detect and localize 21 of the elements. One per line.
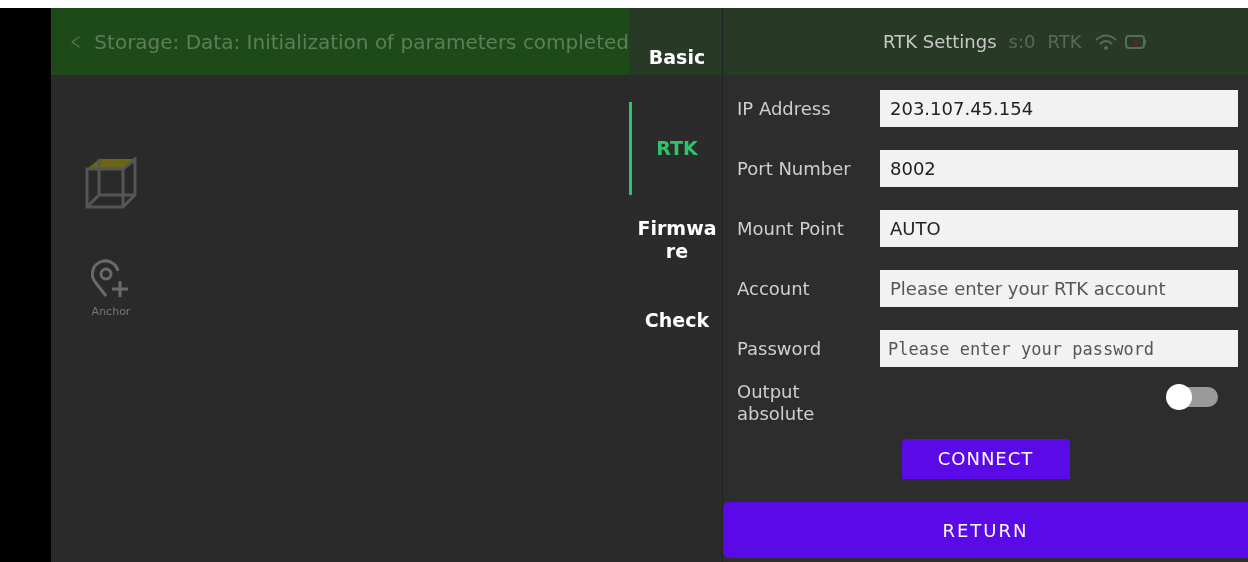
tool-label: Anchor bbox=[91, 305, 131, 318]
field-label: Port Number bbox=[737, 158, 852, 179]
text-field[interactable]: 203.107.45.154 bbox=[880, 90, 1238, 127]
return-button[interactable]: RETURN bbox=[723, 502, 1248, 558]
text-field[interactable]: Please enter your password bbox=[880, 330, 1238, 367]
text-field[interactable]: 8002 bbox=[880, 150, 1238, 187]
field-label: Account bbox=[737, 278, 811, 299]
battery-icon bbox=[1125, 33, 1148, 50]
dialog-title: RTK Settings bbox=[883, 31, 997, 52]
wifi-icon bbox=[1095, 33, 1118, 50]
connect-button[interactable]: CONNECT bbox=[901, 439, 1070, 479]
field-label: Mount Point bbox=[737, 218, 845, 239]
text-field[interactable]: Please enter your RTK account bbox=[880, 270, 1238, 307]
field-label: IP Address bbox=[737, 98, 832, 119]
field-label: Password bbox=[737, 338, 823, 359]
nav-tab[interactable]: Check bbox=[629, 308, 722, 332]
toggle-label: Output absolute bbox=[737, 381, 816, 421]
status-message: Storage: Data: Initialization of parameters completed bbox=[94, 29, 629, 54]
nav-tab[interactable]: Firmwa re bbox=[629, 217, 722, 263]
cube-icon[interactable] bbox=[85, 157, 137, 209]
text-field[interactable]: AUTO bbox=[880, 210, 1238, 247]
